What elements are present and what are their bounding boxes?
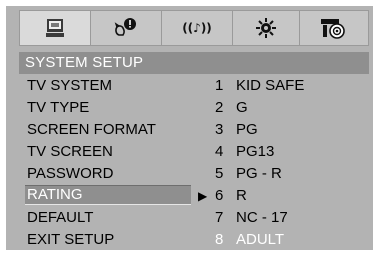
menu-item-tv-system[interactable]: TV SYSTEM xyxy=(27,76,112,96)
audio-icon[interactable]: ((♪)) xyxy=(162,11,232,45)
rating-option-pg[interactable]: PG xyxy=(236,120,258,140)
menu-item-password[interactable]: PASSWORD xyxy=(27,164,113,184)
menu-item-tv-screen[interactable]: TV SCREEN xyxy=(27,142,113,162)
menu-item-exit-setup[interactable]: EXIT SETUP xyxy=(27,230,114,250)
rating-option-number: 1 xyxy=(215,77,224,94)
rating-option-r[interactable]: R xyxy=(236,186,247,206)
rating-option-number: 5 xyxy=(215,165,224,182)
rating-option-number: 4 xyxy=(215,143,224,160)
rating-option-number: 3 xyxy=(215,121,224,138)
rating-option-pg-r[interactable]: PG - R xyxy=(236,164,282,184)
rating-option-number: 7 xyxy=(215,209,224,226)
menu-item-screen-format[interactable]: SCREEN FORMAT xyxy=(27,120,156,140)
page-title: SYSTEM SETUP xyxy=(19,52,369,74)
speaker-icon[interactable] xyxy=(300,11,368,45)
rating-option-adult[interactable]: ADULT xyxy=(236,230,284,250)
language-icon[interactable] xyxy=(91,11,161,45)
audio-icon-glyph: ((♪)) xyxy=(182,21,212,35)
menu-item-default[interactable]: DEFAULT xyxy=(27,208,93,228)
rating-option-kid-safe[interactable]: KID SAFE xyxy=(236,76,304,96)
rating-option-pg13[interactable]: PG13 xyxy=(236,142,274,162)
rating-option-g[interactable]: G xyxy=(236,98,248,118)
rating-option-number: 8 xyxy=(215,231,224,248)
menu-item-rating[interactable]: RATING xyxy=(25,185,191,205)
tv-icon[interactable] xyxy=(20,11,90,45)
menu-item-tv-type[interactable]: TV TYPE xyxy=(27,98,89,118)
rating-option-number: 6 xyxy=(215,187,224,204)
brightness-icon[interactable] xyxy=(233,11,299,45)
setup-menu: TV SYSTEM TV TYPE SCREEN FORMAT TV SCREE… xyxy=(19,74,369,248)
icon-toolbar: ((♪)) xyxy=(19,10,369,46)
osd-panel: ((♪)) SYSTEM SETUP TV SYSTEM TV TYPE SCR… xyxy=(6,6,373,250)
submenu-arrow-icon: ▶ xyxy=(198,189,208,203)
rating-option-number: 2 xyxy=(215,99,224,116)
rating-option-nc-17[interactable]: NC - 17 xyxy=(236,208,288,228)
